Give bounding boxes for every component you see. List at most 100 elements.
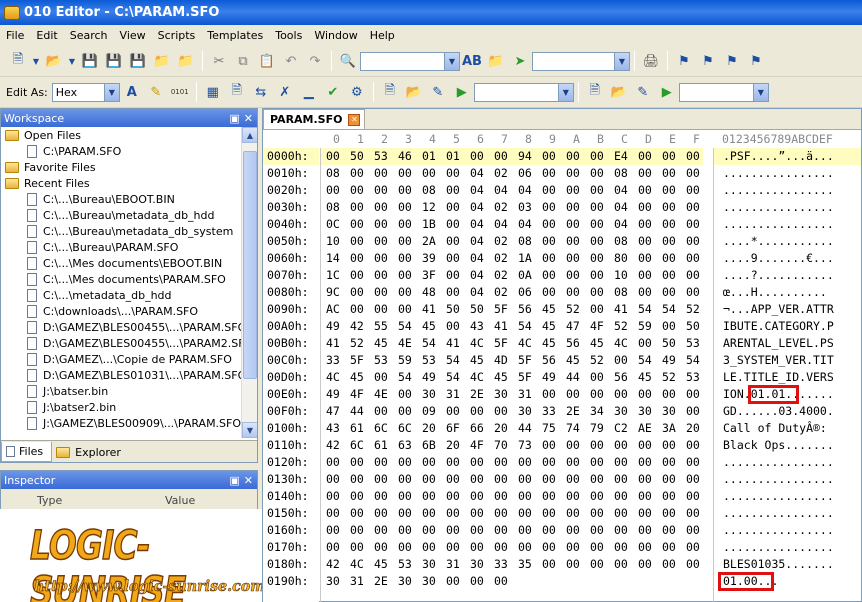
hex-byte[interactable]: 00 <box>446 199 460 216</box>
close-icon[interactable]: ✕ <box>244 112 253 125</box>
hex-byte[interactable]: 00 <box>398 165 412 182</box>
ascii-row[interactable]: ....?........... <box>714 267 861 284</box>
hex-byte[interactable]: 00 <box>446 284 460 301</box>
hex-byte[interactable]: 00 <box>686 471 700 488</box>
hex-row[interactable]: 00 00 00 00 08 00 04 04 04 00 00 00 04 00 00 00 <box>321 182 703 199</box>
ascii-row[interactable]: ................ <box>714 471 861 488</box>
hex-byte[interactable]: 00 <box>518 522 532 539</box>
hex-byte[interactable]: 00 <box>590 556 604 573</box>
hex-byte[interactable]: 04 <box>470 284 484 301</box>
open-workspace-icon[interactable]: 📁 <box>152 51 172 71</box>
hex-byte[interactable]: 41 <box>494 318 508 335</box>
hex-byte[interactable]: 6C <box>398 420 412 437</box>
hex-byte[interactable]: 12 <box>422 199 436 216</box>
hex-byte[interactable]: 00 <box>422 488 436 505</box>
hex-byte[interactable]: 00 <box>662 437 676 454</box>
menu-help[interactable]: Help <box>364 29 401 42</box>
tab-files[interactable]: Files <box>1 442 53 462</box>
hex-byte[interactable]: 45 <box>566 352 580 369</box>
hex-byte[interactable]: 00 <box>686 284 700 301</box>
hex-byte[interactable]: 00 <box>542 522 556 539</box>
hex-byte[interactable]: 04 <box>470 199 484 216</box>
hex-byte[interactable]: 66 <box>470 420 484 437</box>
hex-byte[interactable]: 30 <box>398 573 412 590</box>
hex-byte[interactable]: 50 <box>662 335 676 352</box>
menu-file[interactable]: File <box>0 29 30 42</box>
hex-byte[interactable]: 4C <box>350 556 364 573</box>
hex-byte[interactable]: 59 <box>638 318 652 335</box>
save-all-icon[interactable]: 💾 <box>128 51 148 71</box>
tree-file[interactable]: D:\GAMEZ\BLES00455\...\PARAM.SFO <box>1 319 257 335</box>
template-combo[interactable]: ▼ <box>473 82 574 102</box>
hex-byte[interactable]: 00 <box>566 233 580 250</box>
hex-byte[interactable]: 00 <box>518 505 532 522</box>
menu-view[interactable]: View <box>114 29 152 42</box>
hex-byte[interactable]: 4D <box>494 352 508 369</box>
hex-byte[interactable]: 00 <box>398 505 412 522</box>
hex-byte[interactable]: 33 <box>494 556 508 573</box>
hex-byte[interactable]: 00 <box>422 522 436 539</box>
hex-byte[interactable]: 35 <box>518 556 532 573</box>
hex-byte[interactable]: 3A <box>662 420 676 437</box>
hex-byte[interactable]: 30 <box>518 403 532 420</box>
hex-byte[interactable]: 04 <box>494 182 508 199</box>
hex-byte[interactable]: 54 <box>398 369 412 386</box>
hex-byte[interactable]: 00 <box>350 216 364 233</box>
new-file-icon[interactable]: 🗎 <box>8 51 28 71</box>
hex-byte[interactable]: 08 <box>326 165 340 182</box>
hex-byte[interactable]: 30 <box>422 556 436 573</box>
hex-byte[interactable]: 53 <box>374 148 388 165</box>
hex-byte[interactable]: 00 <box>566 386 580 403</box>
hex-byte[interactable]: 00 <box>638 233 652 250</box>
hex-byte[interactable]: 44 <box>350 403 364 420</box>
hex-byte[interactable]: 00 <box>566 182 580 199</box>
hex-byte[interactable]: 00 <box>566 505 580 522</box>
hex-byte[interactable]: 59 <box>398 352 412 369</box>
hex-byte[interactable]: 00 <box>518 539 532 556</box>
hex-byte[interactable]: 04 <box>518 216 532 233</box>
hex-byte[interactable]: 6B <box>422 437 436 454</box>
hex-byte[interactable]: 00 <box>374 267 388 284</box>
hex-byte[interactable]: 00 <box>422 471 436 488</box>
tree-file[interactable]: J:\batser.bin <box>1 383 257 399</box>
highlight-icon[interactable]: ✎ <box>146 82 166 102</box>
hex-byte[interactable]: 52 <box>590 352 604 369</box>
hex-byte[interactable]: 50 <box>686 318 700 335</box>
chevron-down-icon[interactable]: ▼ <box>103 83 119 101</box>
script-icon[interactable]: 🗎 <box>585 82 605 102</box>
hex-byte[interactable]: 00 <box>566 556 580 573</box>
calculator-icon[interactable]: ▦ <box>203 82 223 102</box>
save-icon[interactable]: 💾 <box>80 51 100 71</box>
hex-byte[interactable]: 00 <box>470 471 484 488</box>
hex-byte[interactable]: 20 <box>686 420 700 437</box>
hex-byte[interactable]: 00 <box>374 233 388 250</box>
hex-byte[interactable]: 00 <box>566 148 580 165</box>
hex-byte[interactable]: 04 <box>470 182 484 199</box>
hex-row[interactable]: 9C 00 00 00 48 00 04 02 06 00 00 00 08 00 00 00 <box>321 284 703 301</box>
hex-byte[interactable]: 00 <box>662 267 676 284</box>
hex-byte[interactable]: 31 <box>350 573 364 590</box>
hex-byte[interactable]: 06 <box>518 165 532 182</box>
hex-byte[interactable]: 00 <box>470 539 484 556</box>
hex-byte[interactable]: 2E <box>566 403 580 420</box>
hex-byte[interactable]: 00 <box>398 539 412 556</box>
hex-byte[interactable]: 00 <box>590 488 604 505</box>
hex-byte[interactable]: 00 <box>638 182 652 199</box>
hex-byte[interactable]: 49 <box>326 318 340 335</box>
hex-byte[interactable]: 00 <box>326 182 340 199</box>
hex-byte[interactable]: 00 <box>686 522 700 539</box>
hex-byte[interactable]: 04 <box>470 216 484 233</box>
hex-byte[interactable]: 04 <box>518 182 532 199</box>
tree-file[interactable]: C:\...\Mes documents\PARAM.SFO <box>1 271 257 287</box>
hex-byte[interactable]: 54 <box>638 352 652 369</box>
hex-byte[interactable]: 00 <box>446 216 460 233</box>
ascii-row[interactable]: œ...H.......... <box>714 284 861 301</box>
hex-byte[interactable]: 00 <box>446 522 460 539</box>
hex-byte[interactable]: 56 <box>614 369 628 386</box>
hex-byte[interactable]: 49 <box>542 369 556 386</box>
hex-byte[interactable]: 00 <box>638 386 652 403</box>
ascii-row[interactable]: ................ <box>714 505 861 522</box>
hex-byte[interactable]: 00 <box>398 250 412 267</box>
hex-byte[interactable]: 00 <box>494 454 508 471</box>
hex-byte[interactable]: 42 <box>326 556 340 573</box>
